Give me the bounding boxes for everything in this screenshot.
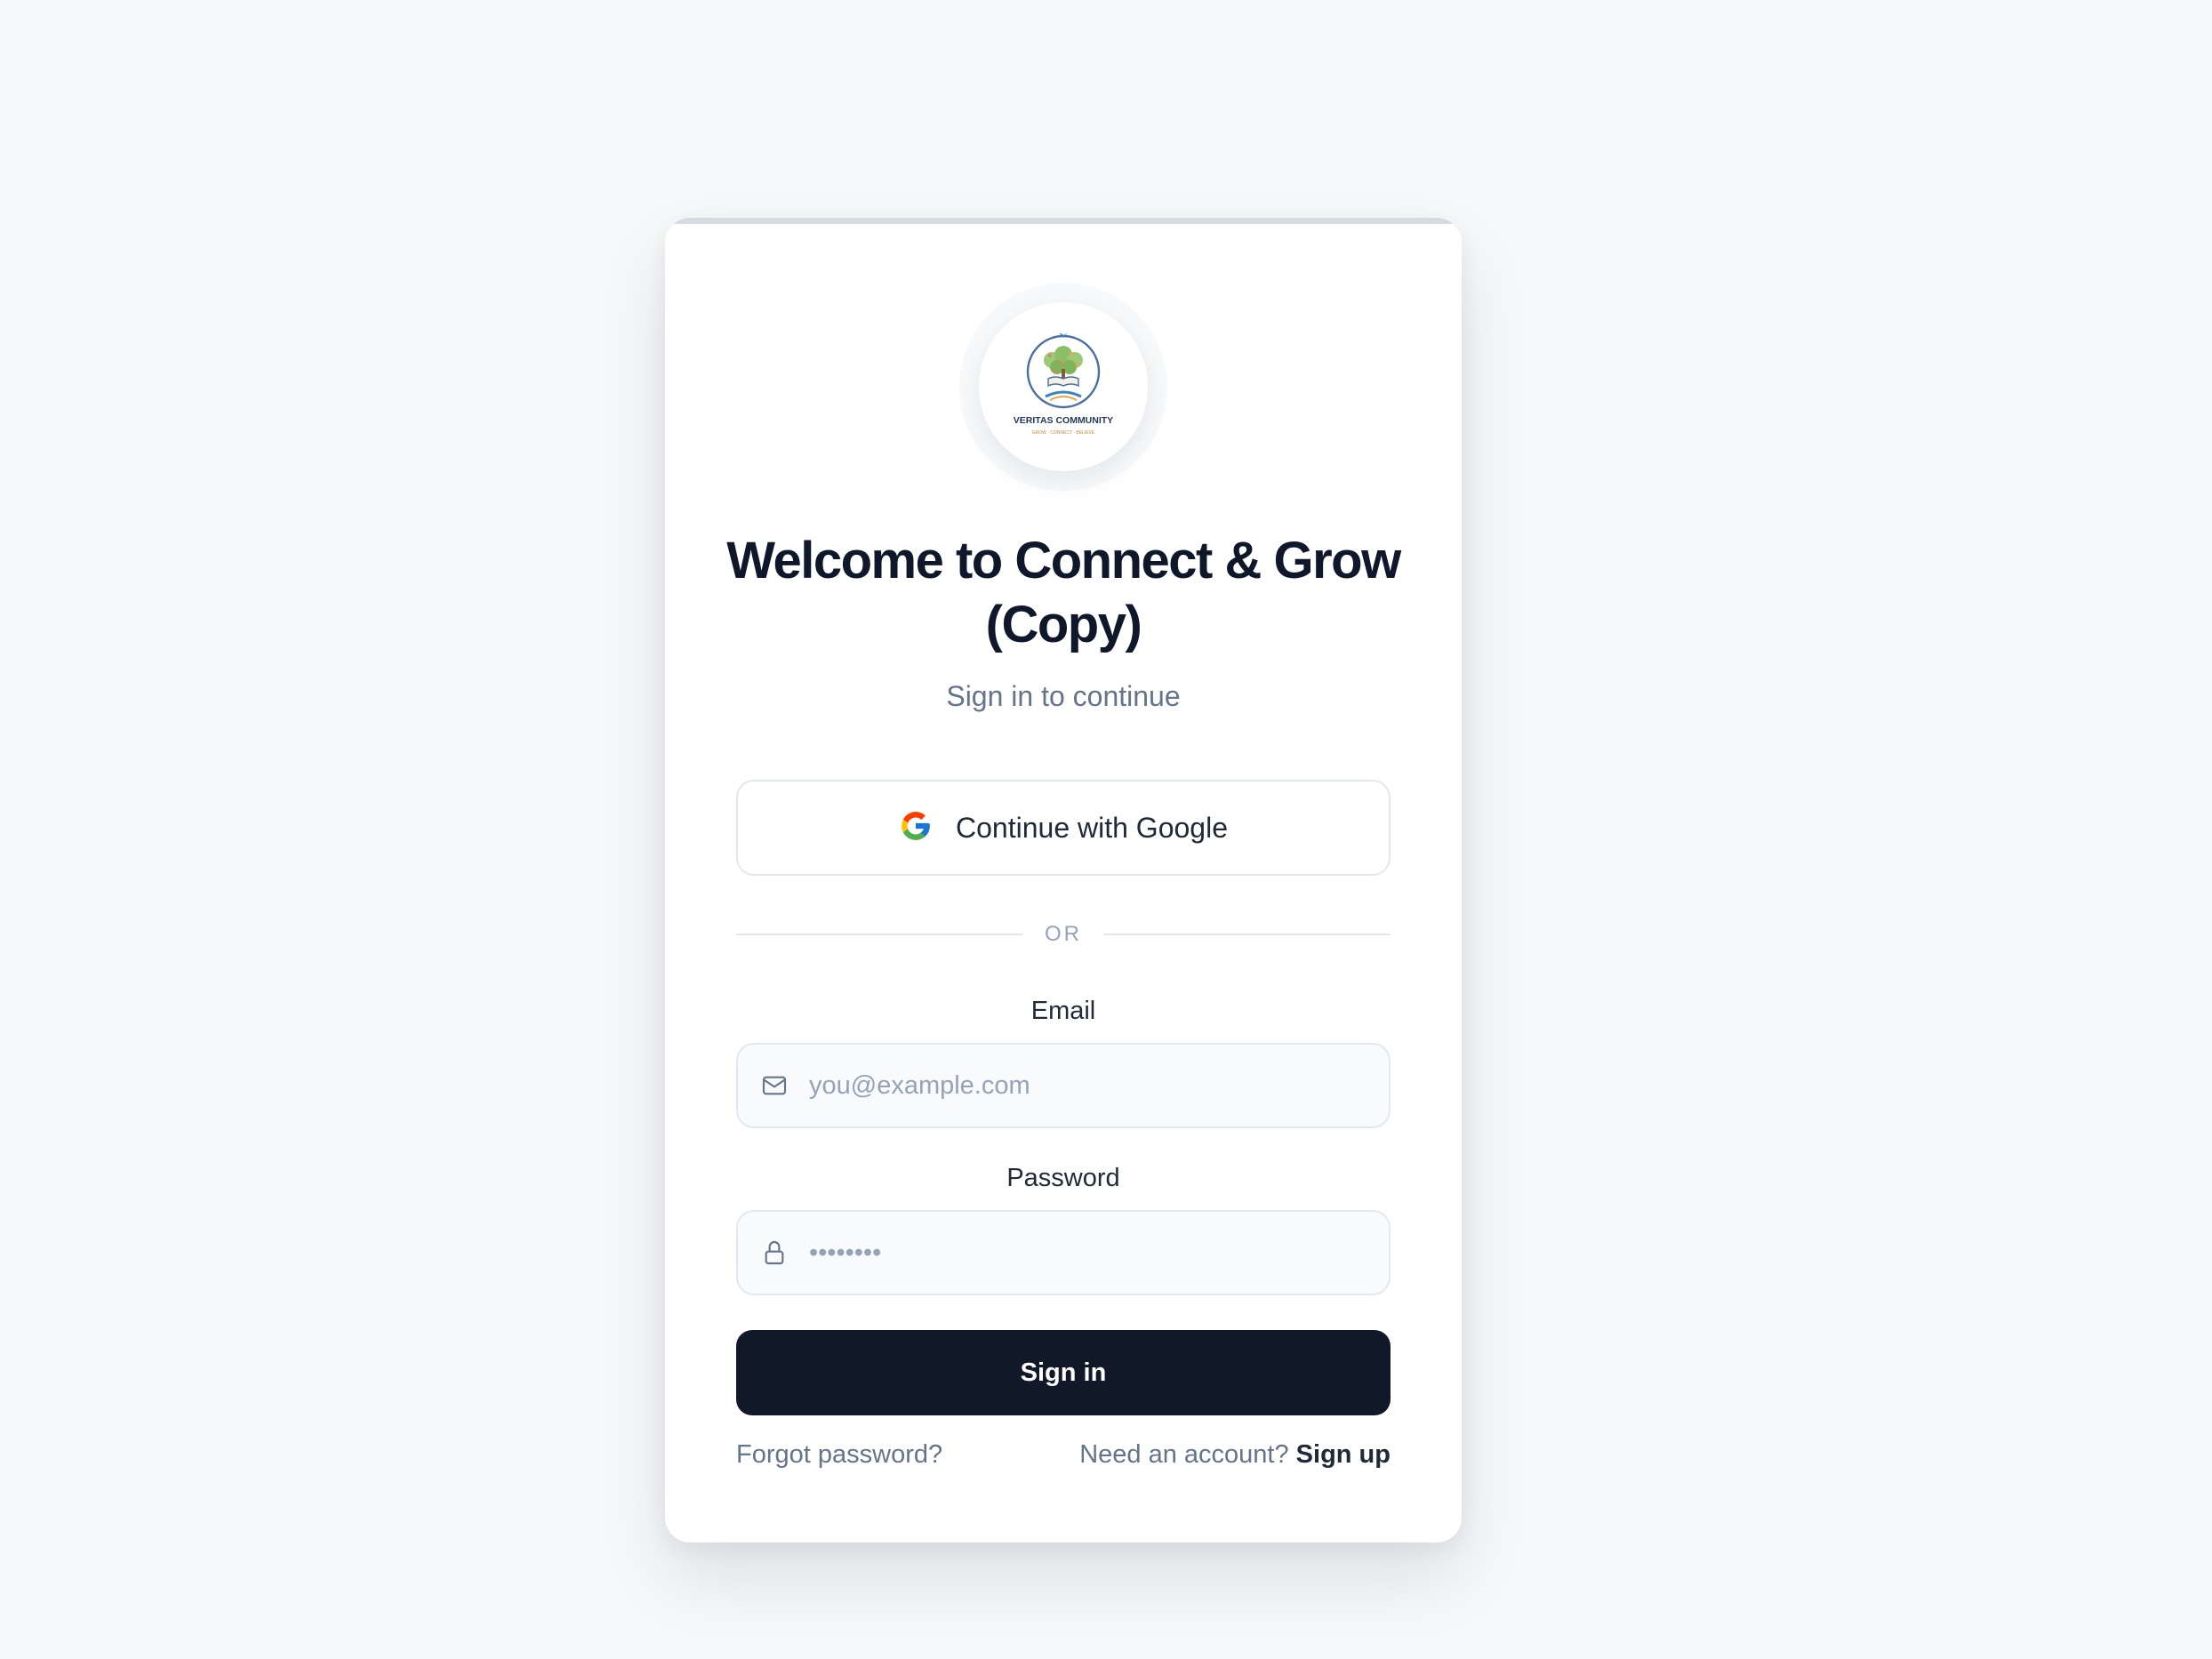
signin-card: VERITAS COMMUNITY GROW · CONNECT · BELIE… bbox=[665, 218, 1462, 1543]
google-button-label: Continue with Google bbox=[956, 811, 1228, 844]
logo-badge: VERITAS COMMUNITY GROW · CONNECT · BELIE… bbox=[979, 302, 1148, 471]
forgot-password-link[interactable]: Forgot password? bbox=[736, 1440, 942, 1470]
email-input[interactable] bbox=[809, 1046, 1389, 1126]
page-title: Welcome to Connect & Grow (Copy) bbox=[726, 532, 1401, 653]
password-input[interactable] bbox=[809, 1213, 1389, 1293]
need-account-text: Need an account? bbox=[1079, 1440, 1296, 1469]
sign-up-link[interactable]: Sign up bbox=[1296, 1440, 1391, 1469]
mail-icon bbox=[759, 1070, 789, 1101]
card-top-accent bbox=[665, 218, 1462, 224]
divider-line-right bbox=[1103, 934, 1391, 935]
logo-org-name: VERITAS COMMUNITY bbox=[1014, 415, 1113, 426]
continue-with-google-button[interactable]: Continue with Google bbox=[736, 780, 1391, 876]
password-label: Password bbox=[1006, 1164, 1120, 1192]
divider-text: OR bbox=[1045, 922, 1082, 946]
footer-links: Forgot password? Need an account? Sign u… bbox=[736, 1440, 1391, 1470]
lock-icon bbox=[759, 1238, 789, 1268]
logo-tagline: GROW · CONNECT · BELIEVE bbox=[1032, 430, 1095, 436]
veritas-community-logo: VERITAS COMMUNITY GROW · CONNECT · BELIE… bbox=[1014, 333, 1113, 436]
sign-in-button[interactable]: Sign in bbox=[736, 1330, 1391, 1415]
page-subtitle: Sign in to continue bbox=[946, 680, 1181, 712]
google-g-icon bbox=[899, 809, 933, 847]
password-field-wrapper[interactable] bbox=[736, 1210, 1391, 1295]
or-divider: OR bbox=[736, 917, 1391, 952]
email-label: Email bbox=[1030, 997, 1096, 1025]
signup-prompt: Need an account? Sign up bbox=[1079, 1440, 1391, 1470]
email-field-wrapper[interactable] bbox=[736, 1043, 1391, 1128]
divider-line-left bbox=[736, 934, 1023, 935]
